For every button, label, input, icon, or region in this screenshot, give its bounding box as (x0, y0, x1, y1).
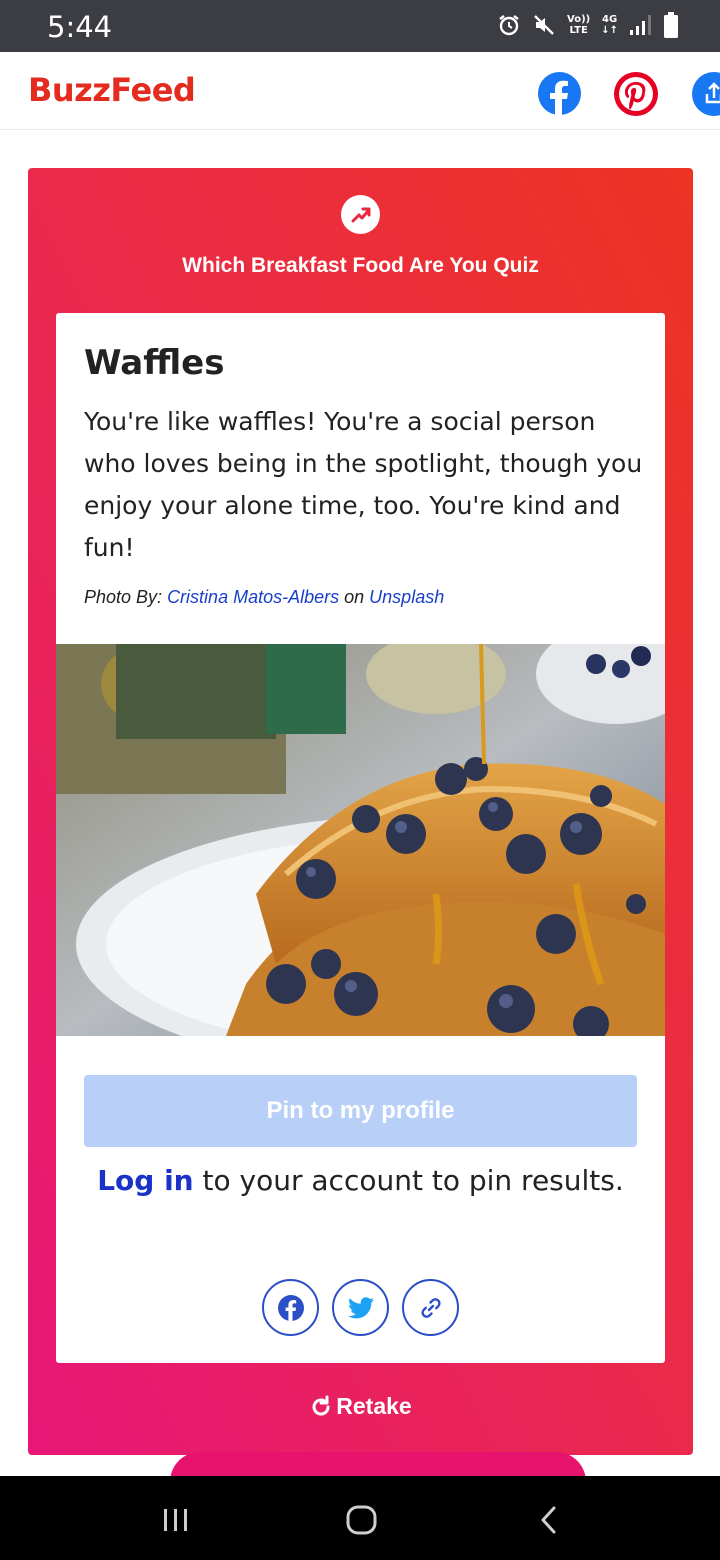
result-title: Waffles (84, 343, 225, 383)
buzzfeed-logo[interactable]: BuzzFeed (28, 71, 196, 109)
navigation-bar (0, 1476, 720, 1560)
retake-label: Retake (336, 1393, 412, 1419)
share-icon (692, 72, 720, 116)
twitter-icon (347, 1296, 374, 1318)
photo-credit-on: on (344, 587, 365, 607)
result-image (56, 644, 665, 1036)
facebook-icon (277, 1294, 304, 1321)
facebook-share-button[interactable] (538, 72, 581, 115)
link-icon (420, 1297, 441, 1318)
result-share-row (262, 1279, 459, 1336)
unsplash-link[interactable]: Unsplash (369, 587, 444, 607)
quiz-title: Which Breakfast Food Are You Quiz (182, 254, 539, 277)
mute-icon (534, 15, 554, 35)
back-icon[interactable] (538, 1505, 560, 1535)
app-header: BuzzFeed (0, 52, 720, 130)
trending-icon (351, 207, 370, 222)
volte-icon: Vo)) LTE (567, 14, 591, 36)
pin-to-profile-button[interactable]: Pin to my profile (84, 1075, 637, 1147)
result-panel: Waffles You're like waffles! You're a so… (56, 313, 665, 1363)
status-icons: Vo)) LTE 4G ↓↑ (497, 12, 678, 38)
photo-credit-prefix: Photo By: (84, 587, 163, 607)
photo-credit: Photo By: Cristina Matos-Albers on Unspl… (84, 587, 444, 608)
login-link[interactable]: Log in (97, 1164, 193, 1197)
login-prompt-text: to your account to pin results. (193, 1164, 624, 1197)
facebook-icon (538, 72, 581, 115)
status-bar: 5:44 Vo)) LTE 4G ↓↑ (0, 0, 720, 52)
recent-apps-icon[interactable] (162, 1507, 190, 1533)
battery-icon (664, 12, 678, 38)
signal-icon (630, 15, 651, 35)
copy-link-button[interactable] (402, 1279, 459, 1336)
4g-data-icon: 4G ↓↑ (601, 14, 618, 36)
retake-icon (312, 1395, 330, 1415)
trending-badge (341, 195, 380, 234)
status-time: 5:44 (47, 10, 113, 44)
quiz-result-card: Which Breakfast Food Are You Quiz Waffle… (28, 168, 693, 1455)
photographer-link[interactable]: Cristina Matos-Albers (167, 587, 339, 607)
pinterest-icon (614, 72, 658, 116)
home-icon[interactable] (346, 1505, 378, 1535)
result-description: You're like waffles! You're a social per… (84, 407, 643, 562)
share-twitter-button[interactable] (332, 1279, 389, 1336)
alarm-icon (499, 15, 519, 36)
share-facebook-button[interactable] (262, 1279, 319, 1336)
retake-button[interactable]: Retake (28, 1393, 693, 1420)
pinterest-share-button[interactable] (614, 72, 658, 116)
login-prompt: Log in to your account to pin results. (56, 1164, 665, 1197)
share-button[interactable] (692, 72, 720, 116)
